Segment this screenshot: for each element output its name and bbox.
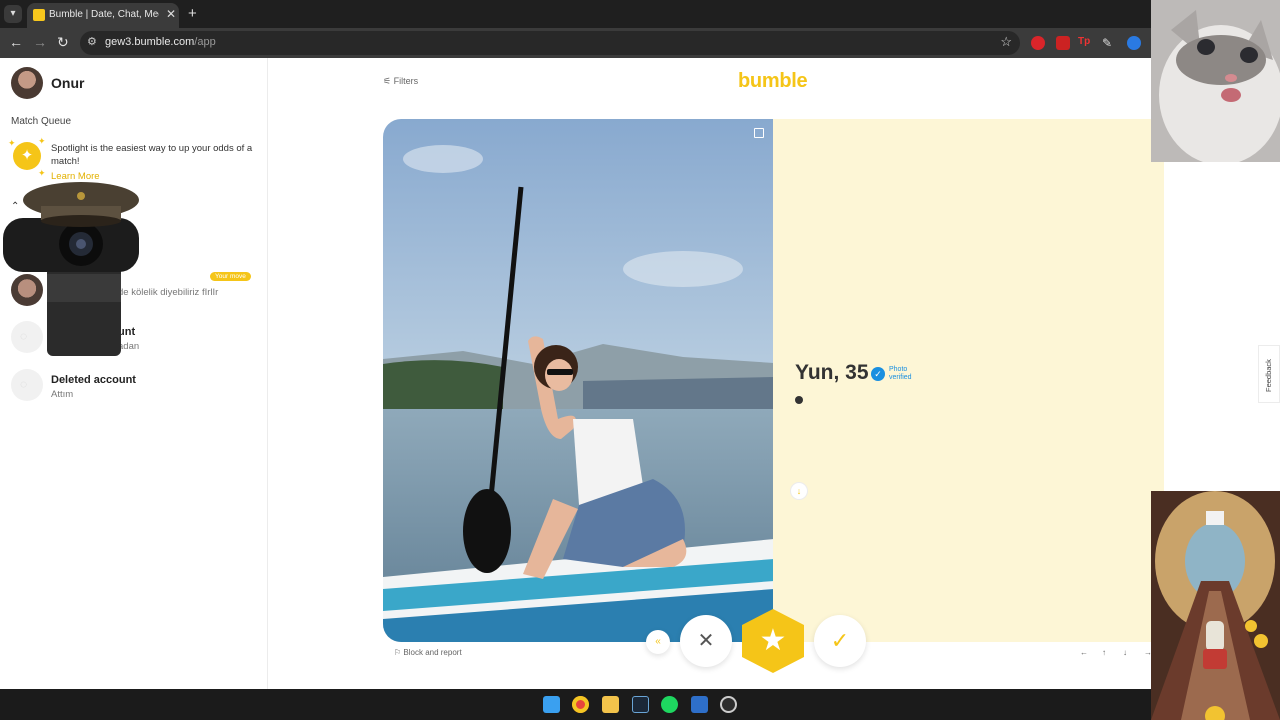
main-panel: ⚟ Filters bumble Yun, 35 ✓ Photo verifie…	[268, 58, 1164, 689]
reload-icon[interactable]: ↻	[57, 34, 69, 51]
username[interactable]: Onur	[51, 75, 84, 91]
browser-tab[interactable]: Bumble | Date, Chat, Meet New ✕	[27, 3, 179, 28]
url-text: gew3.bumble.com/app	[105, 36, 216, 48]
spotify-icon[interactable]	[661, 696, 678, 713]
list-item[interactable]: ◌ Deleted account Attım	[0, 365, 268, 405]
badge-icon	[795, 396, 803, 404]
avatar[interactable]	[11, 67, 43, 99]
feedback-tab[interactable]: Feedback	[1258, 345, 1280, 403]
conversation-name: Deleted account	[51, 374, 136, 386]
arrow-down-icon: ↓	[1123, 648, 1127, 657]
back-icon[interactable]: ←	[9, 34, 23, 50]
profile-extension-icon[interactable]	[1127, 36, 1141, 50]
address-bar[interactable]: ⚙ gew3.bumble.com/app ☆	[80, 31, 1020, 55]
rewind-button[interactable]: «	[646, 630, 670, 654]
profile-photo-image	[383, 119, 774, 642]
extension-badge-icon[interactable]	[1056, 36, 1070, 50]
extension-tp-icon[interactable]: Tp	[1078, 36, 1092, 50]
conversation-message: Attım	[51, 389, 74, 400]
eyedropper-icon[interactable]: ✎	[1102, 36, 1116, 50]
photos-icon[interactable]	[691, 696, 708, 713]
new-tab-button[interactable]: +	[188, 5, 197, 22]
tab-search-button[interactable]: ▾	[4, 5, 22, 23]
sparkle-icon: ✦	[8, 138, 16, 148]
arrow-left-icon: ←	[1080, 648, 1088, 657]
verified-check-icon: ✓	[871, 367, 885, 381]
your-move-badge: Your move	[210, 272, 251, 281]
sparkle-icon: ✦	[38, 136, 46, 146]
site-info-icon[interactable]: ⚙	[87, 35, 97, 48]
block-report-link[interactable]: ⚐ Block and report	[394, 648, 462, 657]
avatar: ◌	[11, 369, 43, 401]
windows-start-icon[interactable]	[543, 696, 560, 713]
filters-button[interactable]: ⚟ Filters	[383, 76, 418, 87]
photo-verified-label: Photo verified	[889, 366, 912, 381]
spotlight-icon: ✦	[13, 142, 41, 170]
like-button[interactable]: ✓	[814, 615, 866, 667]
chrome-icon[interactable]	[572, 696, 589, 713]
taskbar	[0, 689, 1151, 720]
sidebar: Onur Match Queue ✦ ✦ ✦ ✦ Spotlight is th…	[0, 58, 268, 689]
tab-title: Bumble | Date, Chat, Meet New	[49, 9, 159, 20]
forward-icon[interactable]: →	[33, 34, 47, 50]
bumble-logo: bumble	[738, 70, 808, 92]
scroll-down-icon[interactable]: ↓	[790, 482, 808, 500]
expand-icon[interactable]	[754, 128, 764, 138]
pass-button[interactable]: ✕	[680, 615, 732, 667]
app-icon[interactable]	[720, 696, 737, 713]
profile-name-age: Yun, 35	[795, 361, 869, 384]
tab-close-icon[interactable]: ✕	[166, 7, 176, 21]
profile-photo[interactable]	[383, 119, 774, 642]
file-explorer-icon[interactable]	[602, 696, 619, 713]
arrow-up-icon: ↑	[1102, 648, 1106, 657]
steam-icon[interactable]	[632, 696, 649, 713]
sliders-icon: ⚟	[383, 76, 394, 86]
flag-icon: ⚐	[394, 648, 404, 657]
bookmark-star-icon[interactable]: ☆	[1000, 34, 1012, 50]
match-queue-label: Match Queue	[11, 116, 72, 127]
profile-info-panel: Yun, 35 ✓ Photo verified ↓	[773, 119, 1164, 642]
browser-toolbar: ← → ↻ ⚙ gew3.bumble.com/app ☆ Tp ✎	[0, 28, 1280, 58]
spotlight-text: Spotlight is the easiest way to up your …	[51, 143, 253, 167]
tab-bar: ▾ Bumble | Date, Chat, Meet New ✕ +	[0, 0, 1280, 28]
cat-overlay-image	[1151, 0, 1280, 162]
deleted-user-icon: ◌	[20, 377, 28, 391]
game-overlay-image	[1151, 491, 1280, 720]
webcam-overlay-image	[3, 182, 139, 356]
bumble-favicon-icon	[33, 9, 45, 21]
extension-red-icon[interactable]	[1031, 36, 1045, 50]
